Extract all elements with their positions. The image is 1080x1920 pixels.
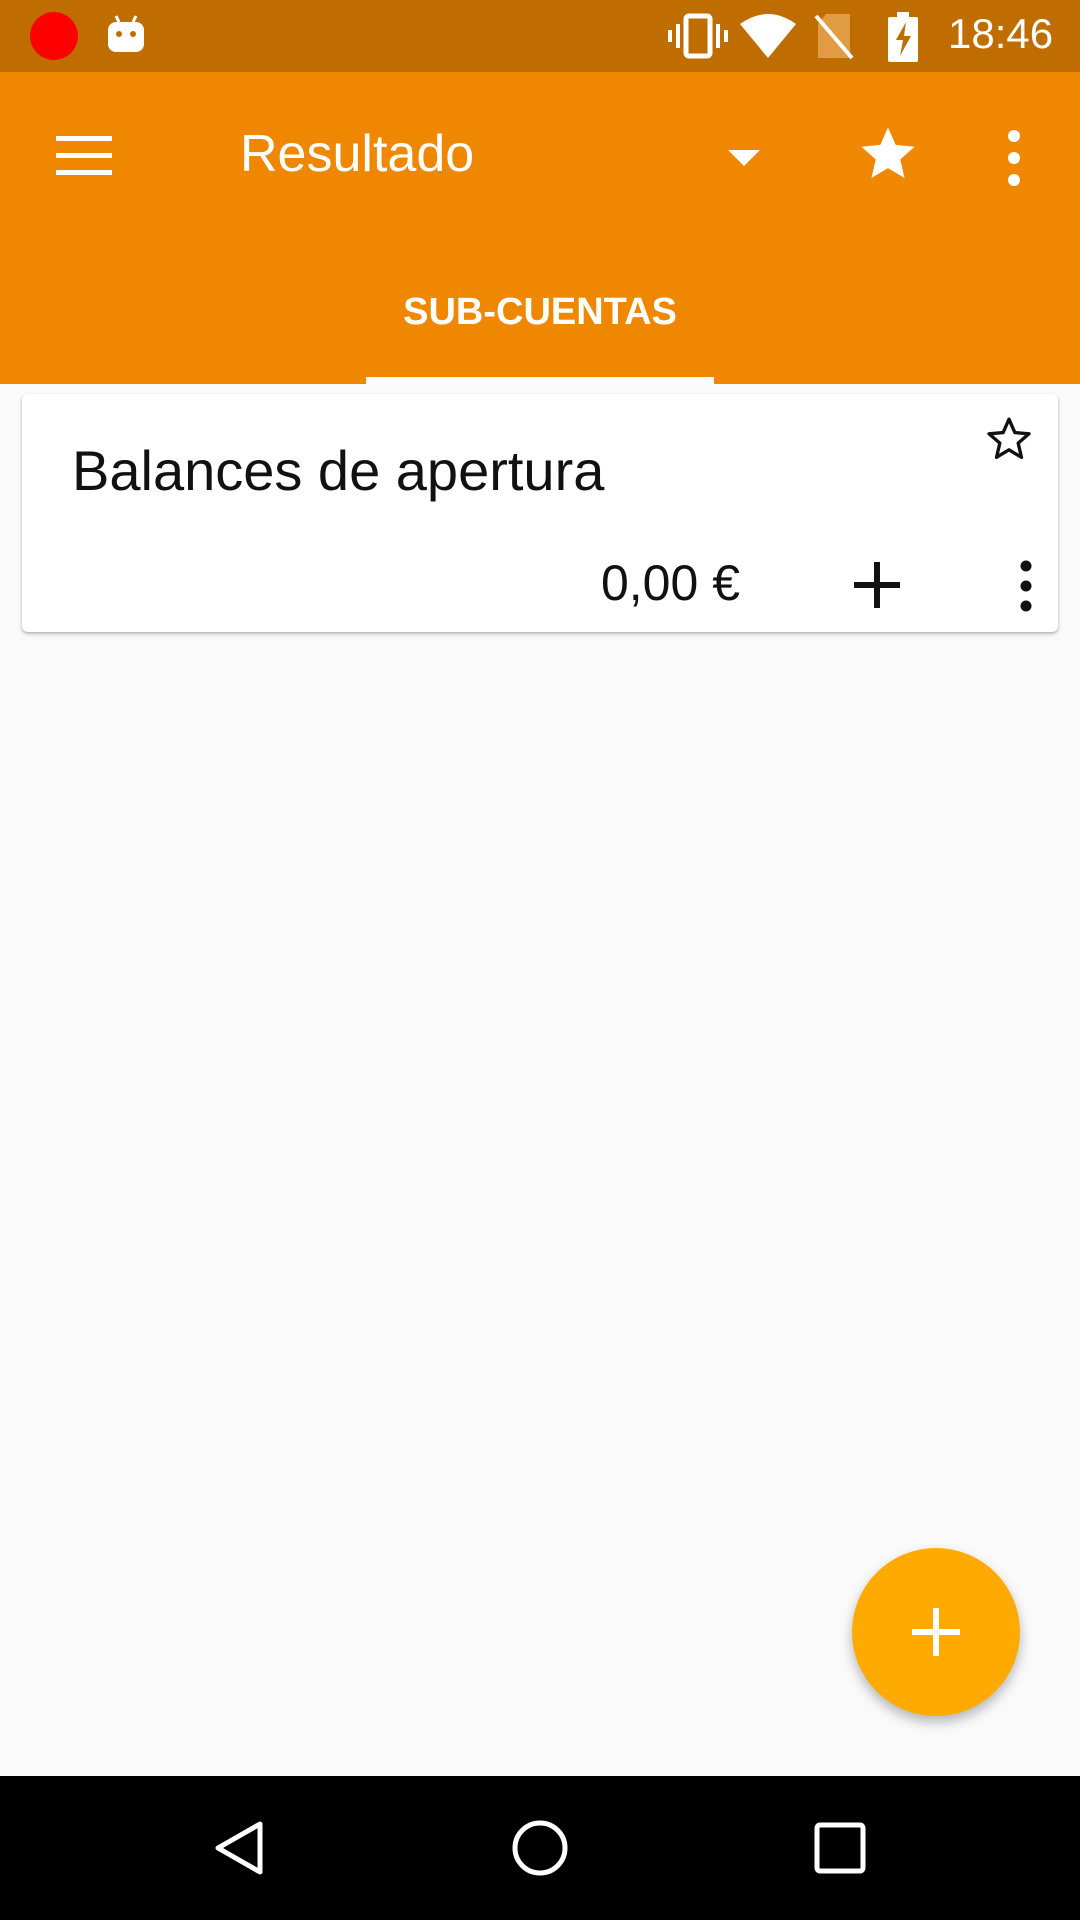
tab-indicator: [366, 377, 714, 384]
recents-icon: [814, 1822, 866, 1874]
back-icon: [215, 1821, 263, 1875]
home-icon: [512, 1820, 568, 1876]
star-icon[interactable]: [856, 122, 920, 186]
recents-button[interactable]: [768, 1776, 912, 1920]
account-card[interactable]: Balances de apertura 0,00 €: [22, 394, 1058, 632]
tab-label: SUB-CUENTAS: [403, 291, 677, 333]
account-overflow-icon[interactable]: [1016, 560, 1036, 612]
no-sim-icon: [814, 14, 854, 60]
app-bar: Resultado SUB-CUENTAS: [0, 72, 1080, 384]
account-name: Balances de apertura: [72, 439, 605, 502]
menu-icon[interactable]: [56, 134, 112, 178]
add-account-button[interactable]: [852, 1548, 1020, 1716]
overflow-menu-icon[interactable]: [1000, 128, 1028, 188]
tab-sub-cuentas[interactable]: SUB-CUENTAS: [366, 272, 714, 384]
navigation-bar: [0, 1776, 1080, 1920]
battery-charging-icon: [888, 12, 918, 62]
wifi-icon: [740, 14, 796, 58]
home-button[interactable]: [468, 1776, 612, 1920]
favorite-star-icon[interactable]: [984, 414, 1034, 464]
account-balance: 0,00 €: [600, 555, 740, 611]
vibrate-icon: [668, 13, 728, 59]
dropdown-arrow-icon[interactable]: [728, 148, 760, 168]
clock: 18:46: [948, 10, 1054, 57]
back-button[interactable]: [168, 1776, 312, 1920]
android-debug-icon: [108, 15, 144, 52]
status-bar: 18:46: [0, 0, 1080, 72]
record-indicator-icon: [30, 12, 78, 60]
add-icon: [912, 1608, 960, 1656]
page-title[interactable]: Resultado: [240, 124, 474, 184]
add-transaction-icon[interactable]: [854, 562, 900, 608]
